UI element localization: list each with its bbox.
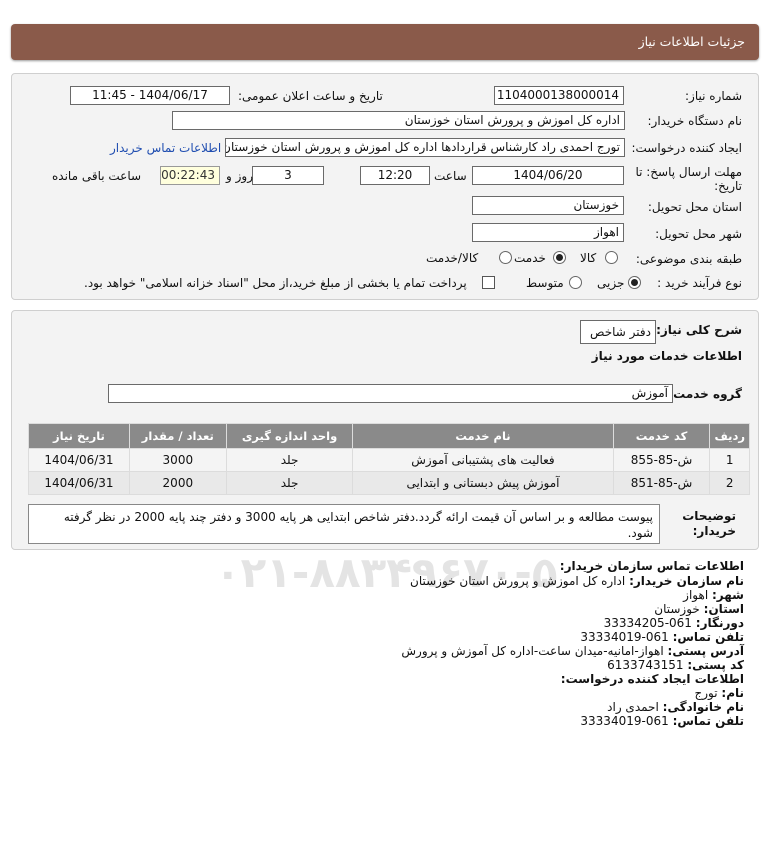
buyer-contact-link[interactable]: اطلاعات تماس خریدار [110,141,221,155]
process-medium-radio[interactable] [569,276,582,289]
days-label: روز و [226,169,253,183]
col-name: نام خدمت [353,424,613,448]
category-goods-label: کالا [580,251,597,265]
col-qty: تعداد / مقدار [129,424,226,448]
province-field[interactable]: خوزستان [472,196,624,215]
process-label: نوع فرآیند خرید : [657,276,742,290]
remaining-time-field: 00:22:43 [160,166,220,185]
deadline-label-1: مهلت ارسال پاسخ: تا [635,165,742,179]
buyer-org-field[interactable]: اداره کل اموزش و پرورش استان خوزستان [172,111,625,130]
deadline-days-field[interactable]: 3 [252,166,324,185]
service-group-field[interactable]: آموزش [108,384,673,403]
service-group-label: گروه خدمت: [668,387,742,401]
creator-field[interactable]: تورج احمدی راد کارشناس قراردادها اداره ک… [225,138,625,157]
services-heading: اطلاعات خدمات مورد نیاز [591,349,742,363]
category-goods-radio[interactable] [605,251,618,264]
need-info-panel: شماره نیاز: 1104000138000014 تاریخ و ساع… [11,73,759,300]
process-medium-label: متوسط [526,276,564,290]
col-code: کد خدمت [613,424,710,448]
category-service-label: خدمت [514,251,546,265]
contact-postal: کد پستی: 6133743151 [607,658,744,672]
creator-first-name: نام: تورج [694,686,744,700]
table-row: 2 ش-85-851 آموزش پیش دبستانی و ابتدایی ج… [29,472,749,494]
announce-field[interactable]: 1404/06/17 - 11:45 [70,86,230,105]
deadline-label-2: تاریخ: [714,179,742,193]
col-unit: واحد اندازه گیری [226,424,353,448]
treasury-checkbox-label: پرداخت تمام یا بخشی از مبلغ خرید،از محل … [84,276,467,290]
creator-label: ایجاد کننده درخواست: [631,141,742,155]
services-table: ردیف کد خدمت نام خدمت واحد اندازه گیری ت… [28,423,750,495]
summary-label: شرح کلی نیاز: [656,323,742,337]
contact-phone: تلفن تماس: 061-33334019 [580,630,744,644]
row-number: 2 [710,472,749,494]
announce-label: تاریخ و ساعت اعلان عمومی: [238,89,383,103]
creator-last-name: نام خانوادگی: احمدی راد [607,700,744,714]
table-row: 1 ش-85-855 فعالیت های پشتیبانی آموزش جلد… [29,449,749,471]
col-row: ردیف [710,424,749,448]
service-name: آموزش پیش دبستانی و ابتدایی [353,472,613,494]
buyer-org-label: نام دستگاه خریدار: [647,114,743,128]
watermark-phone: ۰۲۱-۸۸۳۴۹۶۷۰-۵ [215,548,558,597]
service-name: فعالیت های پشتیبانی آموزش [353,449,613,471]
contact-fax: دورنگار: 061-33334205 [603,616,744,630]
buyer-notes-label-1: توضیحات [682,509,736,523]
page-title-bar: جزئیات اطلاعات نیاز [11,24,759,60]
city-label: شهر محل تحویل: [655,227,742,241]
service-date: 1404/06/31 [29,449,129,471]
deadline-time-field[interactable]: 12:20 [360,166,430,185]
process-minor-radio[interactable] [628,276,641,289]
service-code: ش-85-851 [613,472,710,494]
creator-heading: اطلاعات ایجاد کننده درخواست: [560,672,744,686]
summary-field[interactable]: دفتر شاخص [580,320,656,344]
service-unit: جلد [226,449,353,471]
creator-phone: تلفن تماس: 061-33334019 [580,714,744,728]
category-goods-service-radio[interactable] [499,251,512,264]
need-number-field[interactable]: 1104000138000014 [494,86,624,105]
service-date: 1404/06/31 [29,472,129,494]
service-unit: جلد [226,472,353,494]
service-code: ش-85-855 [613,449,710,471]
buyer-notes-label-2: خریدار: [692,524,736,538]
col-date: تاریخ نیاز [29,424,129,448]
need-number-label: شماره نیاز: [685,89,742,103]
deadline-date-field[interactable]: 1404/06/20 [472,166,624,185]
contact-heading: اطلاعات تماس سازمان خریدار: [559,559,744,573]
treasury-checkbox[interactable] [482,276,495,289]
buyer-notes-field[interactable]: پیوست مطالعه و بر اساس آن قیمت ارائه گرد… [28,504,660,544]
remaining-label: ساعت باقی مانده [52,169,142,183]
contact-province: استان: خوزستان [654,602,744,616]
page-title: جزئیات اطلاعات نیاز [638,34,745,49]
process-minor-label: جزیی [597,276,625,290]
row-number: 1 [710,449,749,471]
category-service-radio[interactable] [553,251,566,264]
contact-city: شهر: اهواز [683,588,744,602]
category-label: طبقه بندی موضوعی: [635,252,742,266]
service-qty: 2000 [129,472,226,494]
city-field[interactable]: اهواز [472,223,624,242]
need-details-panel: شرح کلی نیاز: دفتر شاخص اطلاعات خدمات مو… [11,310,759,550]
category-goods-service-label: کالا/خدمت [426,251,479,265]
contact-org: نام سازمان خریدار: اداره کل اموزش و پرور… [410,574,744,588]
province-label: استان محل تحویل: [647,200,742,214]
service-qty: 3000 [129,449,226,471]
contact-address: آدرس پستی: اهواز-امانیه-میدان ساعت-اداره… [401,644,744,658]
deadline-time-label: ساعت [434,169,467,183]
